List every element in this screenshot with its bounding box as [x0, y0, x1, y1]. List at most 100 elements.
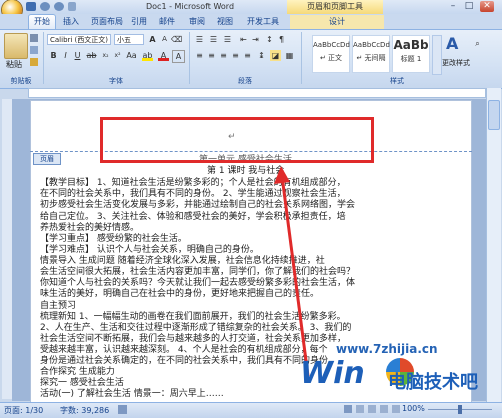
minimize-button[interactable]: – [446, 1, 460, 12]
change-case-icon[interactable]: Aa [126, 50, 137, 61]
font-color-icon[interactable]: A [158, 50, 169, 61]
clipboard-group-label: 剪贴板 [10, 77, 32, 85]
style-sample-text: AaBbCcDd [313, 41, 350, 49]
distributed-icon[interactable]: ≡ [242, 50, 253, 61]
proofing-icon[interactable] [118, 405, 127, 414]
styles-scroll-icon[interactable] [432, 35, 442, 75]
customize-toolbar-icon[interactable] [68, 2, 76, 11]
style-heading1[interactable]: AaBb 标题 1 [392, 35, 430, 73]
doc-line[interactable]: 自主预习 [40, 301, 76, 312]
doc-line[interactable]: 在不同的社会关系中，我们具有不同的身份。 2、学生能通过观察社会生活， [40, 189, 346, 200]
word-count[interactable]: 字数: 39,286 [60, 405, 109, 416]
italic-icon[interactable]: I [60, 50, 71, 61]
tab-review[interactable]: 审阅 [184, 15, 210, 29]
web-layout-icon[interactable] [368, 405, 376, 413]
format-painter-icon[interactable] [30, 58, 38, 66]
close-button[interactable]: ✕ [480, 1, 494, 12]
font-group-label: 字体 [109, 77, 123, 85]
doc-line[interactable]: 味生活的美好，明确自己在社会中的身份，更好地来把握自己的责任。 [40, 289, 319, 300]
character-border-icon[interactable]: A [172, 50, 185, 63]
doc-line[interactable]: 第 1 课时 我与社会 [207, 166, 284, 177]
tab-references[interactable]: 引用 [126, 15, 152, 29]
doc-line[interactable]: 养热爱社会的美好情感。 [40, 223, 139, 234]
doc-line[interactable]: 身份是通过社会关系确定的，在不同的社会关系中，我们具有不同的身份。 [40, 356, 337, 367]
scrollbar-thumb[interactable] [488, 100, 500, 130]
strikethrough-icon[interactable]: ab [86, 50, 97, 61]
tab-insert[interactable]: 插入 [58, 15, 84, 29]
shrink-font-icon[interactable]: A [159, 34, 170, 45]
line-spacing-icon[interactable]: ↨ [256, 50, 267, 61]
doc-line[interactable]: 梳理新知 1、一幅幅生动的画卷在我们面前展开，我们的社会生活纷繁多彩。 [40, 312, 346, 323]
numbering-icon[interactable]: ☰ [208, 34, 219, 45]
multilevel-list-icon[interactable]: ☰ [222, 34, 233, 45]
change-styles-label[interactable]: 更改样式 [442, 58, 470, 68]
doc-line[interactable]: 情景导入 生成问题 随着经济全球化深入发展，社会信息化持续推进，社 [40, 256, 325, 267]
watermark-brand: 电脑技术吧 [388, 372, 478, 393]
highlight-icon[interactable]: ab [142, 50, 153, 61]
vertical-ruler[interactable] [2, 99, 12, 399]
page-count[interactable]: 页面: 1/30 [4, 405, 43, 416]
bullets-icon[interactable]: ☰ [194, 34, 205, 45]
justify-icon[interactable]: ≡ [230, 50, 241, 61]
doc-line[interactable]: 受越来越丰富，认识越来越深刻。 4、个人是社会的有机组成部分，每个 [40, 345, 328, 356]
tab-design[interactable]: 设计 [290, 15, 384, 29]
font-name-select[interactable]: Calibri (西文正文) [47, 34, 111, 45]
undo-icon[interactable] [40, 2, 50, 11]
redo-icon[interactable] [54, 2, 64, 11]
subscript-icon[interactable]: x₂ [100, 50, 111, 61]
tab-mailings[interactable]: 邮件 [154, 15, 180, 29]
paste-label[interactable]: 粘贴 [6, 59, 22, 70]
doc-line[interactable]: 【学习重点】 感受纷繁的社会生活。 [40, 234, 187, 245]
align-center-icon[interactable]: ≡ [206, 50, 217, 61]
underline-icon[interactable]: U [72, 50, 83, 61]
style-no-spacing[interactable]: AaBbCcDd ↵ 无间隔 [352, 35, 390, 73]
doc-line[interactable]: 初步感受社会生活变化发展与多彩，并能通过绘制自己的社会关系网络图，学会 [40, 200, 355, 211]
doc-line[interactable]: 2、人在生产、生活和交往过程中逐渐形成了错综复杂的社会关系。 3、我们的 [40, 323, 351, 334]
tab-home[interactable]: 开始 [28, 14, 56, 30]
doc-line[interactable]: 给自己定位。 3、关注社会、体验和感受社会的美好，学会积极承担责任，培 [40, 212, 346, 223]
show-marks-icon[interactable]: ¶ [276, 34, 287, 45]
print-layout-icon[interactable] [344, 405, 352, 413]
style-normal[interactable]: AaBbCcDd ↵ 正文 [312, 35, 350, 73]
maximize-button[interactable]: □ [462, 1, 476, 12]
doc-line[interactable]: 社会生活空间不断拓展，我们会与越来越多的人打交道，社会关系更加多样， [40, 334, 346, 345]
doc-line[interactable]: 【教学目标】 1、知道社会生活是纷繁多彩的；个人是社会的有机组成部分， [40, 178, 346, 189]
copy-icon[interactable] [30, 46, 38, 54]
header-tag: 页眉 [33, 153, 61, 165]
bold-icon[interactable]: B [48, 50, 59, 61]
find-icon[interactable]: ⌕ [472, 38, 483, 49]
zoom-level[interactable]: 100% [402, 404, 425, 413]
superscript-icon[interactable]: x² [112, 50, 123, 61]
doc-line[interactable]: 会生活空间很大拓展，社会生活内容更加丰富，同学们，你了解我们的社会吗？ [40, 267, 355, 278]
draft-icon[interactable] [392, 405, 400, 413]
annotation-highlight-box [100, 117, 374, 163]
tab-page-layout[interactable]: 页面布局 [86, 15, 128, 29]
change-styles-icon[interactable]: A [446, 34, 462, 54]
style-sample-text: AaBb [393, 38, 429, 52]
align-left-icon[interactable]: ≡ [194, 50, 205, 61]
doc-line[interactable]: 活动(一) 了解社会生活 情景一：周六早上…… [40, 389, 224, 400]
clear-format-icon[interactable]: ⌫ [171, 34, 182, 45]
full-screen-icon[interactable] [356, 405, 364, 413]
doc-line[interactable]: 【学习难点】 认识个人与社会关系，明确自己的身份。 [40, 245, 259, 256]
horizontal-ruler[interactable] [28, 88, 486, 98]
tab-developer[interactable]: 开发工具 [242, 15, 284, 29]
zoom-slider-thumb[interactable] [458, 405, 462, 414]
outline-icon[interactable] [380, 405, 388, 413]
doc-line[interactable]: 你知道个人与社会的关系吗？今天就让我们一起去感受纷繁多彩的社会生活，体 [40, 278, 355, 289]
vertical-scrollbar[interactable] [486, 88, 501, 402]
font-size-select[interactable]: 小五 [114, 34, 144, 45]
save-icon[interactable] [26, 2, 36, 11]
doc-line[interactable]: 探究一 感受社会生活 [40, 378, 124, 389]
increase-indent-icon[interactable]: ⇥ [250, 34, 261, 45]
cut-icon[interactable] [30, 34, 38, 42]
sort-icon[interactable]: ↕ [264, 34, 275, 45]
tab-view[interactable]: 视图 [212, 15, 238, 29]
decrease-indent-icon[interactable]: ⇤ [238, 34, 249, 45]
borders-icon[interactable]: ▦ [284, 50, 295, 61]
paste-icon[interactable] [4, 33, 28, 59]
shading-icon[interactable]: ◪ [270, 50, 281, 61]
grow-font-icon[interactable]: A [147, 34, 158, 45]
doc-line[interactable]: 合作探究 生成能力 [40, 367, 115, 378]
align-right-icon[interactable]: ≡ [218, 50, 229, 61]
